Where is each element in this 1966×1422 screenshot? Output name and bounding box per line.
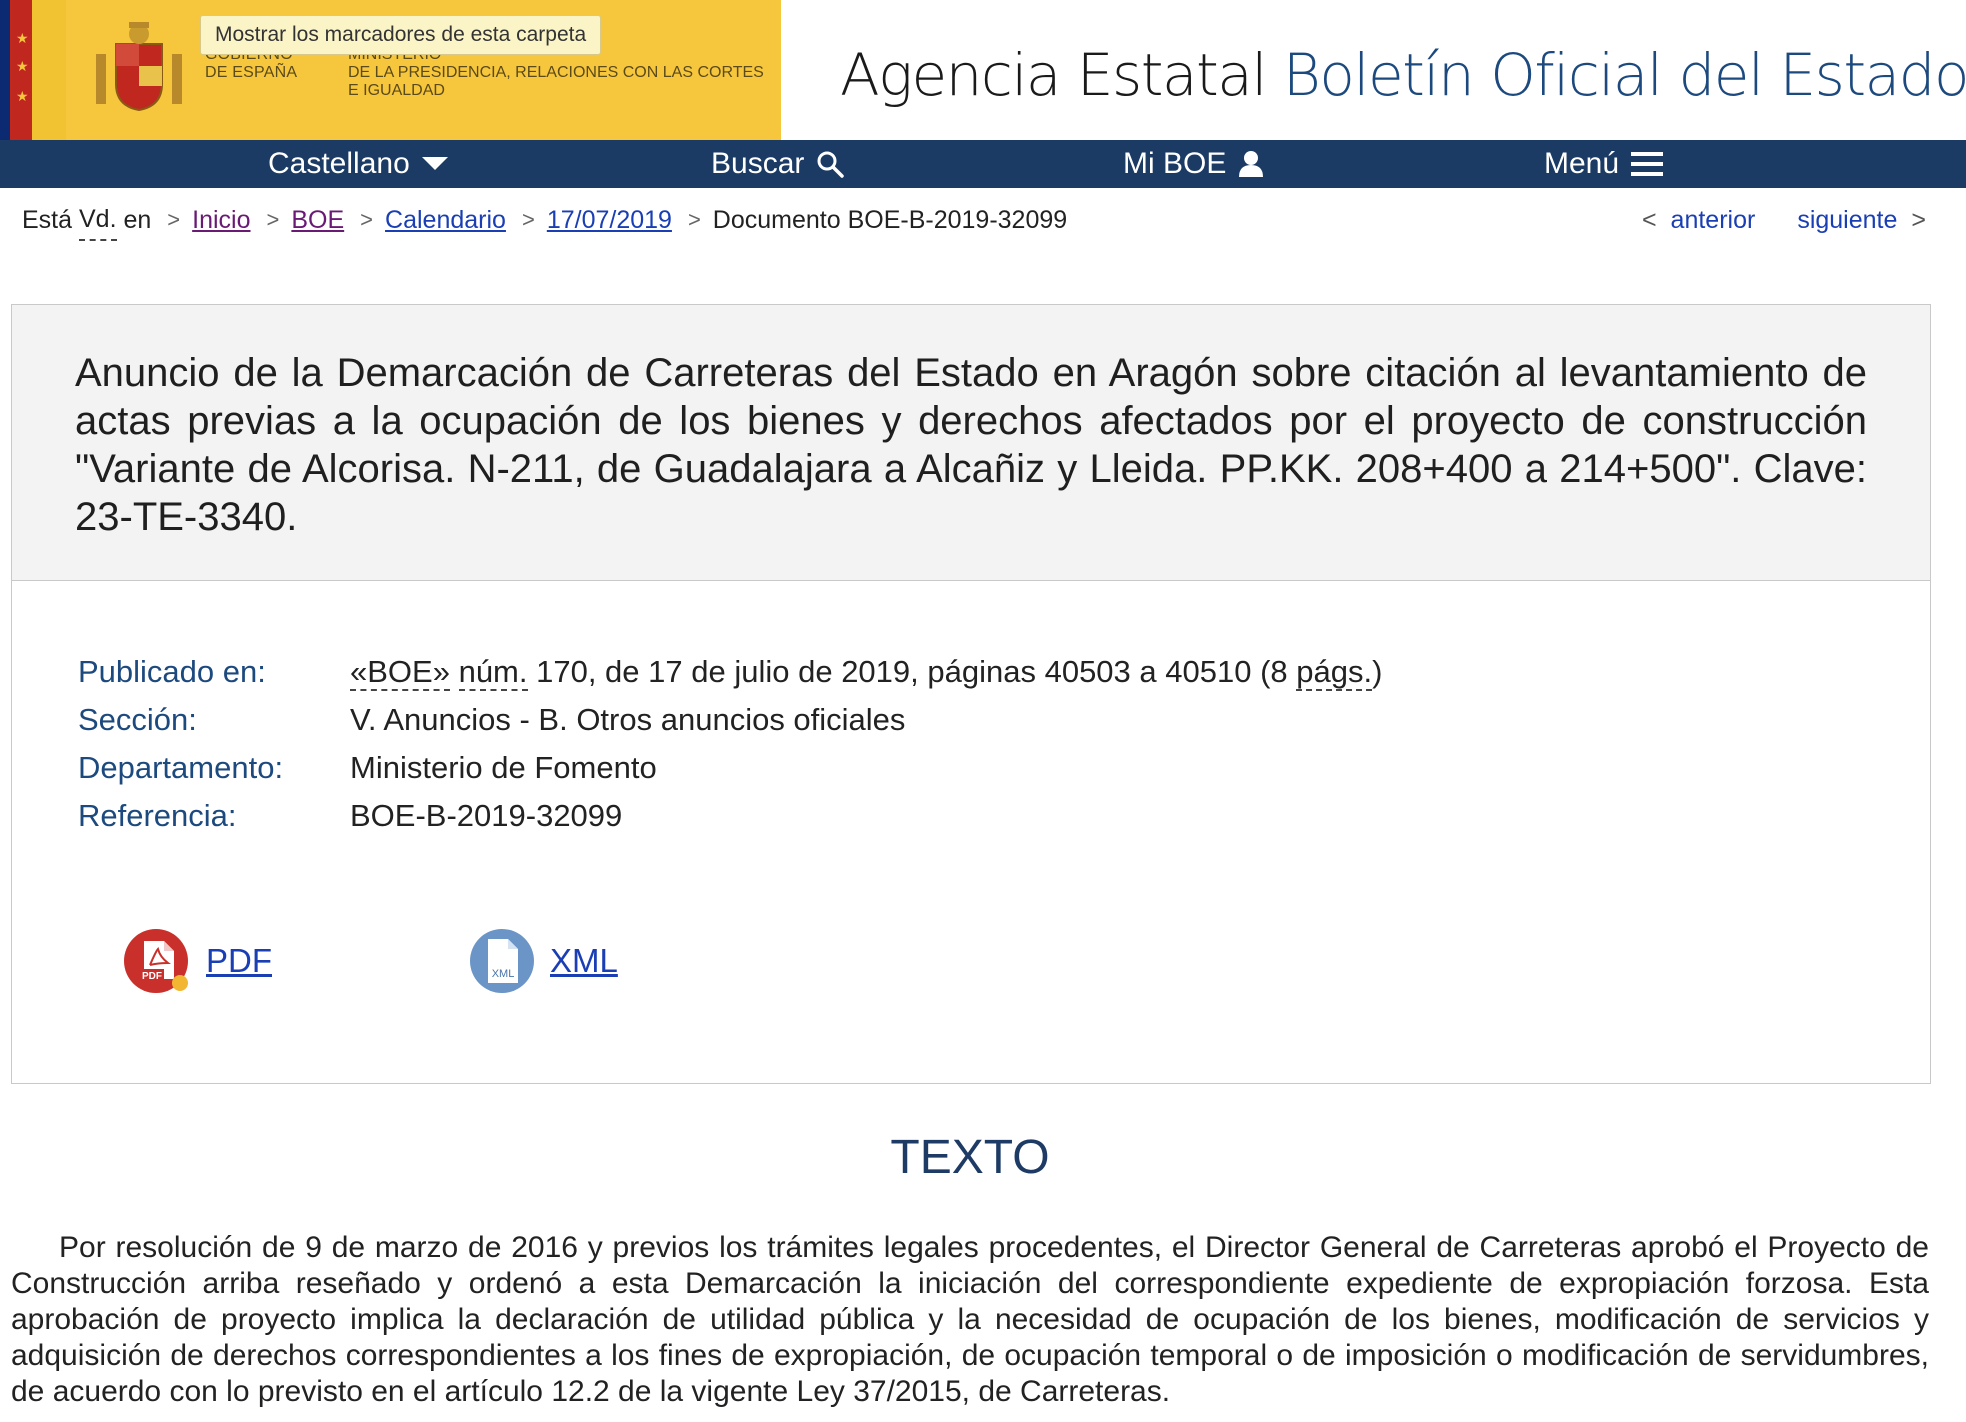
search-icon: [817, 151, 845, 178]
language-selector[interactable]: Castellano: [268, 140, 448, 188]
site-header: ★ ★ ★ Gobierno de España Ministerio de l…: [0, 0, 1966, 140]
published-detail: 170, de 17 de julio de 2019, páginas 405…: [527, 654, 1297, 689]
chevron-right-icon: >: [521, 207, 535, 232]
breadcrumb-date-link[interactable]: 17/07/2019: [547, 200, 672, 240]
breadcrumb: Está Vd. en > Inicio > BOE > Calendario …: [22, 199, 1068, 241]
document-metadata: Publicado en: «BOE» núm. 170, de 17 de j…: [78, 648, 1382, 840]
my-boe-button[interactable]: Mi BOE: [1123, 140, 1264, 188]
meta-row-section: Sección: V. Anuncios - B. Otros anuncios…: [78, 696, 1382, 744]
language-label: Castellano: [268, 147, 410, 180]
section-value: V. Anuncios - B. Otros anuncios oficiale…: [350, 702, 906, 737]
ministry-label-line: e Igualdad: [348, 82, 445, 99]
coat-of-arms-icon: [96, 22, 182, 112]
document-summary-box: Anuncio de la Demarcación de Carreteras …: [11, 304, 1931, 1084]
pdf-icon-text: PDF: [142, 971, 162, 982]
gov-label-line: de España: [205, 64, 298, 81]
star-icon: ★: [16, 30, 29, 46]
site-title-accent: Boletín Oficial del Estado: [1282, 41, 1966, 109]
star-icon: ★: [16, 58, 29, 74]
meta-row-department: Departamento: Ministerio de Fomento: [78, 744, 1382, 792]
bookmark-tooltip: Mostrar los marcadores de esta carpeta: [200, 15, 602, 55]
xml-link[interactable]: XML: [550, 942, 618, 980]
num-abbr: núm.: [458, 654, 528, 691]
chevron-right-icon: >: [1911, 206, 1926, 234]
breadcrumb-prefix: en: [123, 206, 152, 234]
menu-label: Menú: [1544, 147, 1620, 180]
published-label: Publicado en:: [78, 654, 266, 689]
breadcrumb-boe-link[interactable]: BOE: [291, 200, 344, 240]
texto-heading: TEXTO: [890, 1131, 1050, 1184]
document-pager: < anterior siguiente >: [1642, 200, 1926, 240]
department-value: Ministerio de Fomento: [350, 750, 657, 785]
user-icon: [1239, 151, 1264, 177]
ministry-label-line: de la Presidencia, Relaciones con las Co…: [348, 64, 764, 81]
breadcrumb-calendar-link[interactable]: Calendario: [385, 200, 506, 240]
department-label: Departamento:: [78, 750, 284, 785]
search-button[interactable]: Buscar: [711, 140, 845, 188]
document-title: Anuncio de la Demarcación de Carreteras …: [75, 351, 1867, 539]
download-links: PDF PDF XML XML: [124, 927, 618, 995]
document-title-area: Anuncio de la Demarcación de Carreteras …: [12, 305, 1930, 581]
chevron-right-icon: >: [266, 207, 280, 232]
next-link[interactable]: siguiente: [1797, 200, 1897, 240]
reference-label: Referencia:: [78, 798, 237, 833]
chevron-down-icon: [421, 157, 448, 170]
chevron-left-icon: <: [1641, 206, 1657, 234]
government-banner[interactable]: ★ ★ ★ Gobierno de España Ministerio de l…: [0, 0, 781, 140]
flag-yellow-band: [32, 0, 66, 140]
published-value: «BOE» núm. 170, de 17 de julio de 2019, …: [350, 648, 1382, 696]
my-boe-label: Mi BOE: [1123, 147, 1227, 180]
hamburger-menu-icon: [1631, 152, 1664, 176]
pdf-icon: PDF: [124, 929, 188, 993]
main-navbar: Castellano Buscar Mi BOE Menú: [0, 140, 1966, 188]
meta-row-reference: Referencia: BOE-B-2019-32099: [78, 792, 1382, 840]
eu-strip: [0, 0, 10, 140]
chevron-right-icon: >: [687, 207, 701, 232]
reference-value: BOE-B-2019-32099: [350, 798, 623, 833]
pdf-download[interactable]: PDF PDF: [124, 927, 468, 995]
chevron-right-icon: >: [360, 207, 374, 232]
xml-download[interactable]: XML XML: [468, 927, 618, 995]
published-close: ): [1372, 654, 1383, 689]
menu-button[interactable]: Menú: [1544, 140, 1664, 188]
breadcrumb-abbr: Vd.: [78, 199, 117, 241]
site-title[interactable]: Agencia Estatal Boletín Oficial del Esta…: [840, 40, 1966, 110]
search-label: Buscar: [711, 147, 805, 180]
breadcrumb-home-link[interactable]: Inicio: [192, 200, 250, 240]
site-title-prefix: Agencia Estatal: [840, 41, 1267, 109]
previous-link[interactable]: anterior: [1671, 200, 1756, 240]
pages-abbr: págs.: [1296, 654, 1373, 691]
pdf-link[interactable]: PDF: [206, 942, 272, 980]
chevron-right-icon: >: [167, 207, 181, 232]
star-icon: ★: [16, 88, 29, 104]
boe-abbr: «BOE»: [350, 654, 450, 691]
xml-icon-text: XML: [492, 968, 515, 980]
section-label: Sección:: [78, 702, 197, 737]
breadcrumb-current: Documento BOE-B-2019-32099: [712, 206, 1068, 234]
xml-icon: XML: [470, 929, 534, 993]
breadcrumb-prefix: Está: [22, 206, 73, 234]
meta-row-published: Publicado en: «BOE» núm. 170, de 17 de j…: [78, 648, 1382, 696]
body-paragraph: Por resolución de 9 de marzo de 2016 y p…: [11, 1231, 1929, 1408]
